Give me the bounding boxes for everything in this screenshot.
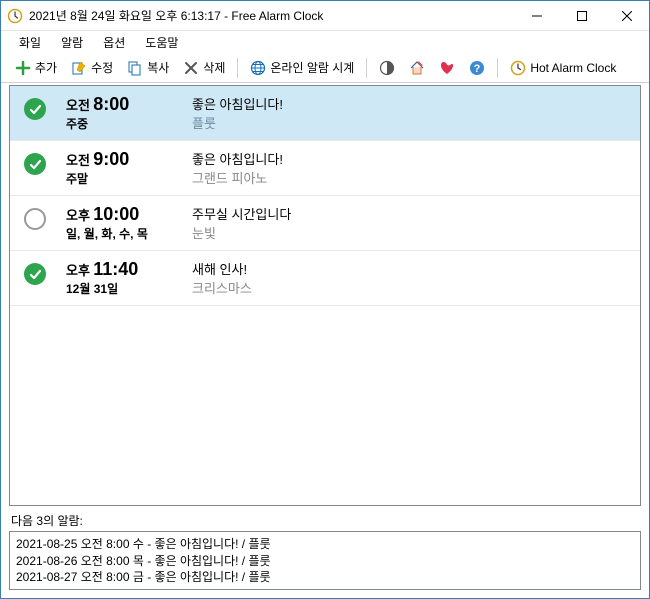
- minimize-button[interactable]: [514, 1, 559, 30]
- alarm-title: 새해 인사!: [192, 259, 630, 278]
- alarm-description: 좋은 아침입니다!그랜드 피아노: [192, 149, 630, 187]
- alarm-row[interactable]: 오후 10:00일, 월, 화, 수, 목 주무실 시간입니다눈빛: [10, 196, 640, 251]
- alarm-sound: 플룻: [192, 113, 630, 132]
- next-alarm-line: 2021-08-26 오전 8:00 목 - 좋은 아침입니다! / 플룻: [16, 553, 634, 569]
- check-off-icon: [24, 208, 46, 230]
- alarm-row[interactable]: 오후 11:4012월 31일 새해 인사!크리스마스: [10, 251, 640, 306]
- next-alarm-line: 2021-08-25 오전 8:00 수 - 좋은 아침입니다! / 플룻: [16, 536, 634, 552]
- alarm-row[interactable]: 오전 9:00주말 좋은 아침입니다!그랜드 피아노: [10, 141, 640, 196]
- hot-alarm-button[interactable]: Hot Alarm Clock: [504, 57, 622, 79]
- next-alarms-heading: 다음 3의 알람:: [1, 510, 649, 531]
- toolbar: 추가 수정 복사 삭제 온라인 알람 시계: [1, 53, 649, 83]
- copy-icon: [127, 60, 143, 76]
- next-alarm-line: 2021-08-27 오전 8:00 금 - 좋은 아침입니다! / 플룻: [16, 569, 634, 585]
- next-alarms-box: 2021-08-25 오전 8:00 수 - 좋은 아침입니다! / 플룻202…: [9, 531, 641, 590]
- menu-alarm[interactable]: 알람: [51, 32, 93, 53]
- menu-help[interactable]: 도움말: [135, 32, 188, 53]
- app-icon: [7, 8, 23, 24]
- heart-icon: [439, 60, 455, 76]
- alarm-days: 일, 월, 화, 수, 목: [66, 225, 176, 242]
- home-button[interactable]: [403, 57, 431, 79]
- toolbar-separator: [497, 58, 498, 78]
- copy-button[interactable]: 복사: [121, 56, 175, 79]
- edit-label: 수정: [91, 59, 113, 76]
- alarm-ampm: 오후: [66, 208, 90, 223]
- help-button[interactable]: ?: [463, 57, 491, 79]
- toolbar-separator: [237, 58, 238, 78]
- alarm-sound: 눈빛: [192, 223, 630, 242]
- alarm-sound: 크리스마스: [192, 278, 630, 297]
- close-button[interactable]: [604, 1, 649, 30]
- menubar: 화일 알람 옵션 도움말: [1, 31, 649, 53]
- alarm-status-toggle[interactable]: [20, 259, 50, 285]
- alarm-description: 주무실 시간입니다눈빛: [192, 204, 630, 242]
- alarm-status-toggle[interactable]: [20, 204, 50, 230]
- plus-icon: [15, 60, 31, 76]
- window-title: 2021년 8월 24일 화요일 오후 6:13:17 - Free Alarm…: [29, 7, 514, 24]
- alarm-clock: 10:00: [93, 204, 139, 224]
- alarm-ampm: 오전: [66, 153, 90, 168]
- help-icon: ?: [469, 60, 485, 76]
- svg-text:?: ?: [474, 63, 481, 75]
- toolbar-separator: [366, 58, 367, 78]
- online-label: 온라인 알람 시계: [270, 59, 354, 76]
- clock-icon: [510, 60, 526, 76]
- alarm-time: 오후 10:00일, 월, 화, 수, 목: [66, 204, 176, 242]
- contrast-icon: [379, 60, 395, 76]
- alarm-title: 좋은 아침입니다!: [192, 94, 630, 113]
- window-controls: [514, 1, 649, 30]
- pencil-icon: [71, 60, 87, 76]
- menu-options[interactable]: 옵션: [93, 32, 135, 53]
- alarm-clock: 11:40: [93, 259, 138, 279]
- edit-button[interactable]: 수정: [65, 56, 119, 79]
- add-label: 추가: [35, 59, 57, 76]
- add-button[interactable]: 추가: [9, 56, 63, 79]
- alarm-days: 주말: [66, 170, 176, 187]
- alarm-list[interactable]: 오전 8:00주중좋은 아침입니다!플룻오전 9:00주말좋은 아침입니다!그랜…: [9, 85, 641, 506]
- copy-label: 복사: [147, 59, 169, 76]
- alarm-title: 좋은 아침입니다!: [192, 149, 630, 168]
- alarm-days: 12월 31일: [66, 280, 176, 297]
- online-button[interactable]: 온라인 알람 시계: [244, 56, 360, 79]
- alarm-clock: 8:00: [93, 94, 129, 114]
- alarm-time: 오후 11:4012월 31일: [66, 259, 176, 297]
- heart-button[interactable]: [433, 57, 461, 79]
- delete-icon: [183, 60, 199, 76]
- alarm-ampm: 오후: [66, 263, 90, 278]
- alarm-description: 새해 인사!크리스마스: [192, 259, 630, 297]
- alarm-description: 좋은 아침입니다!플룻: [192, 94, 630, 132]
- alarm-days: 주중: [66, 115, 176, 132]
- maximize-button[interactable]: [559, 1, 604, 30]
- alarm-time: 오전 9:00주말: [66, 149, 176, 187]
- globe-icon: [250, 60, 266, 76]
- titlebar: 2021년 8월 24일 화요일 오후 6:13:17 - Free Alarm…: [1, 1, 649, 31]
- home-icon: [409, 60, 425, 76]
- check-on-icon: [24, 153, 46, 175]
- delete-label: 삭제: [203, 59, 225, 76]
- alarm-status-toggle[interactable]: [20, 149, 50, 175]
- check-on-icon: [24, 263, 46, 285]
- check-on-icon: [24, 98, 46, 120]
- alarm-status-toggle[interactable]: [20, 94, 50, 120]
- delete-button[interactable]: 삭제: [177, 56, 231, 79]
- menu-file[interactable]: 화일: [9, 32, 51, 53]
- alarm-row[interactable]: 오전 8:00주중 좋은 아침입니다!플룻: [10, 86, 640, 141]
- alarm-clock: 9:00: [93, 149, 129, 169]
- hot-label: Hot Alarm Clock: [530, 61, 616, 75]
- alarm-sound: 그랜드 피아노: [192, 168, 630, 187]
- theme-button[interactable]: [373, 57, 401, 79]
- alarm-time: 오전 8:00주중: [66, 94, 176, 132]
- alarm-title: 주무실 시간입니다: [192, 204, 630, 223]
- alarm-ampm: 오전: [66, 98, 90, 113]
